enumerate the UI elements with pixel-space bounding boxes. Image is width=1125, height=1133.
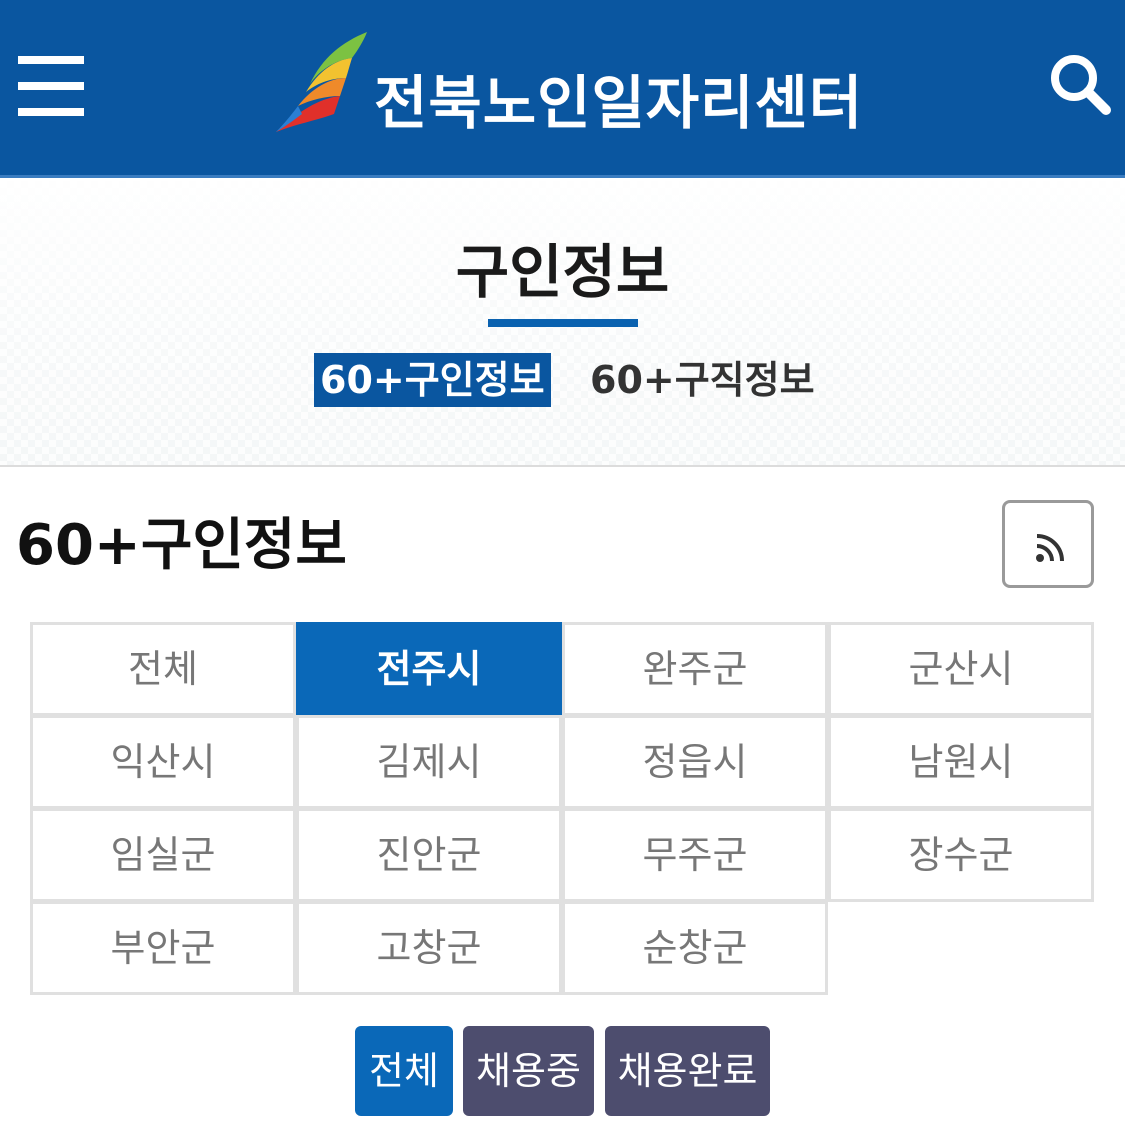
filter-all-button[interactable]: 전체 <box>355 1026 453 1116</box>
logo-mark-icon <box>276 32 367 132</box>
region-jangsu[interactable]: 장수군 <box>828 808 1094 902</box>
region-jeonju[interactable]: 전주시 <box>296 622 562 716</box>
region-jeongeup[interactable]: 정읍시 <box>562 715 828 809</box>
region-buan[interactable]: 부안군 <box>30 901 296 995</box>
region-wanju[interactable]: 완주군 <box>562 622 828 716</box>
region-jinan[interactable]: 진안군 <box>296 808 562 902</box>
region-all[interactable]: 전체 <box>30 622 296 716</box>
title-underline <box>488 319 638 327</box>
tab-job-seekers[interactable]: 60+구직정보 <box>584 353 821 407</box>
rss-icon <box>1036 534 1064 562</box>
filter-closed-button[interactable]: 채용완료 <box>605 1026 770 1116</box>
site-header: 전북노인일자리센터 <box>0 0 1125 178</box>
region-gochang[interactable]: 고창군 <box>296 901 562 995</box>
tab-job-offers[interactable]: 60+구인정보 <box>314 353 551 407</box>
region-namwon[interactable]: 남원시 <box>828 715 1094 809</box>
section-title: 60+구인정보 <box>16 513 347 578</box>
filter-hiring-button[interactable]: 채용중 <box>463 1026 594 1116</box>
region-sunchang[interactable]: 순창군 <box>562 901 828 995</box>
region-gimje[interactable]: 김제시 <box>296 715 562 809</box>
page-hero: 구인정보 60+구인정보 60+구직정보 <box>0 181 1125 467</box>
search-icon[interactable] <box>1048 52 1112 116</box>
region-iksan[interactable]: 익산시 <box>30 715 296 809</box>
region-imsil[interactable]: 임실군 <box>30 808 296 902</box>
hamburger-icon[interactable] <box>18 56 84 116</box>
region-muju[interactable]: 무주군 <box>562 808 828 902</box>
site-logo[interactable]: 전북노인일자리센터 <box>272 28 872 138</box>
rss-button[interactable] <box>1002 500 1094 588</box>
logo-text: 전북노인일자리센터 <box>374 69 864 137</box>
region-gunsan[interactable]: 군산시 <box>828 622 1094 716</box>
page-title: 구인정보 <box>455 238 670 306</box>
